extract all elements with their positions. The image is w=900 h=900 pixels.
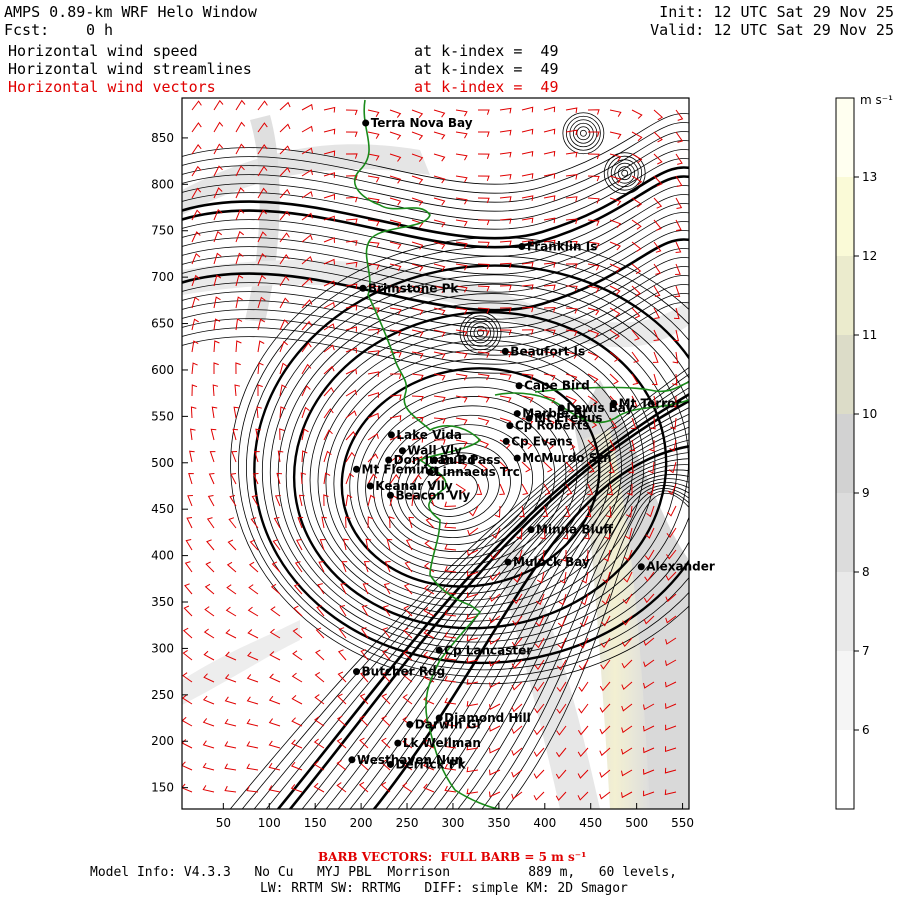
station-label: Cp Lancaster [444,643,532,657]
station-marker [506,422,514,430]
colorbar-tick-label: 8 [862,565,870,579]
station-marker [353,668,361,676]
station-label: Lake Vida [396,428,462,442]
colorbar-segment [836,256,854,335]
y-tick-label: 400 [151,549,174,563]
station-label: Franklin Is [527,240,598,254]
station-label: Lk Wellman [403,736,481,750]
station-label: Beacon Vly [395,488,470,502]
model-physics: LW: RRTM SW: RRTMG DIFF: simple KM: 2D S… [260,881,628,896]
station-label: Butcher Rdg [362,665,446,679]
y-tick-label: 800 [151,177,174,191]
station-marker [386,491,394,499]
x-tick-label: 500 [625,816,648,830]
y-tick-label: 350 [151,595,174,609]
station-marker [610,399,618,407]
station-marker [394,739,402,747]
x-tick-label: 200 [350,816,373,830]
wind-map: 50 100 150 200 250 300 350 400 450 500 550 150 200 2… [151,93,893,830]
model-info: Model Info: V4.3.3 No Cu MYJ PBL Morriso… [90,865,677,880]
station-marker [435,714,443,722]
station-marker [518,243,526,251]
station-marker [387,431,395,439]
colorbar-tick-label: 9 [862,486,870,500]
colorbar: 6 7 8 9 10 11 12 13 m s⁻¹ [835,93,893,810]
station-label: Brimstone Pk [368,281,459,295]
station-marker [386,760,394,768]
station-label: Terra Nova Bay [371,116,473,130]
station-marker [348,756,356,764]
y-tick-label: 450 [151,502,174,516]
station-marker [501,347,509,355]
y-tick-label: 500 [151,456,174,470]
colorbar-tick-label: 11 [862,328,877,342]
station-label: Minna Bluff [536,523,613,537]
station-marker [426,468,434,476]
y-tick-label: 600 [151,363,174,377]
x-tick-label: 50 [216,816,231,830]
x-tick-label: 450 [579,816,602,830]
station-marker [406,721,414,729]
barb-legend: BARB VECTORS: FULL BARB = 5 m s⁻¹ [318,850,587,864]
colorbar-segment [836,414,854,493]
station-label: Mt Terror [619,396,682,410]
y-tick-label: 700 [151,270,174,284]
colorbar-segment [836,177,854,256]
station-label: Beaufort Is [510,344,585,358]
station-label: Cape Bird [524,379,590,393]
colorbar-segment [836,651,854,730]
colorbar-segment [836,572,854,651]
station-label: Cp Evans [511,434,572,448]
x-tick-label: 400 [533,816,556,830]
station-marker [435,646,443,654]
station-label: Diamond Hill [444,711,531,725]
station-label: Mt Fleming [362,462,438,476]
y-tick-label: 250 [151,688,174,702]
colorbar-segment [836,335,854,414]
y-tick-label: 200 [151,734,174,748]
colorbar-unit: m s⁻¹ [860,93,893,107]
station-marker [513,454,521,462]
colorbar-tick-label: 13 [862,170,877,184]
x-tick-label: 550 [671,816,694,830]
colorbar-tick-label: 12 [862,249,877,263]
station-marker [504,558,512,566]
station-marker [353,465,361,473]
colorbar-tick-label: 6 [862,723,870,737]
y-tick-label: 150 [151,781,174,795]
station-marker [362,119,370,127]
station-label: Cp Roberts [515,419,590,433]
x-tick-label: 100 [258,816,281,830]
y-tick-label: 550 [151,409,174,423]
station-label: Alexander [646,560,715,574]
station-label: Linnaeus Trc [435,465,520,479]
colorbar-segment [836,730,854,809]
y-tick-label: 300 [151,641,174,655]
station-marker [502,437,510,445]
x-tick-label: 300 [441,816,464,830]
x-tick-label: 150 [304,816,327,830]
x-tick-label: 350 [487,816,510,830]
station-label: McMurdo Stn [522,451,611,465]
colorbar-segment [836,98,854,177]
station-marker [637,563,645,571]
y-tick-label: 650 [151,317,174,331]
station-marker [366,482,374,490]
y-tick-label: 850 [151,131,174,145]
y-axis: 150 200 250 300 350 400 450 500 550 600 650 700 750 8… [151,131,188,795]
colorbar-tick-label: 10 [862,407,877,421]
x-tick-label: 250 [396,816,419,830]
station-label: Derrick Pk [395,757,466,771]
colorbar-tick-label: 7 [862,644,870,658]
station-marker [513,410,521,418]
station-marker [527,526,535,534]
colorbar-segment [836,493,854,572]
station-label: Mulock Bay [513,555,590,569]
station-marker [359,284,367,292]
station-marker [515,382,523,390]
y-tick-label: 750 [151,224,174,238]
